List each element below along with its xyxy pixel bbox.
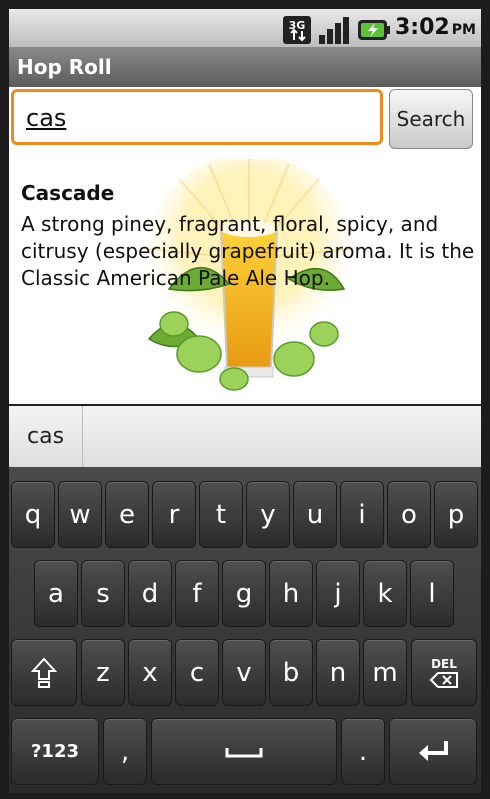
key-i[interactable]: i xyxy=(340,481,384,548)
suggestion-item[interactable]: cas xyxy=(27,424,64,449)
key-j[interactable]: j xyxy=(316,560,360,627)
key-n[interactable]: n xyxy=(316,639,360,706)
key-b[interactable]: b xyxy=(269,639,313,706)
key-o[interactable]: o xyxy=(387,481,431,548)
hop-description: A strong piney, fragrant, floral, spicy,… xyxy=(21,212,475,290)
space-bar-icon xyxy=(225,747,263,757)
key-f[interactable]: f xyxy=(175,560,219,627)
status-bar: 3G 3:02 PM xyxy=(9,9,481,47)
symbols-key[interactable]: ?123 xyxy=(11,718,99,785)
key-y[interactable]: y xyxy=(246,481,290,548)
main-content: cas Search Cascade A strong piney, fragr… xyxy=(9,87,481,405)
clock: 3:02 PM xyxy=(395,15,476,40)
key-v[interactable]: v xyxy=(222,639,266,706)
key-p[interactable]: p xyxy=(434,481,478,548)
key-g[interactable]: g xyxy=(222,560,266,627)
key-u[interactable]: u xyxy=(293,481,337,548)
key-h[interactable]: h xyxy=(269,560,313,627)
key-x[interactable]: x xyxy=(128,639,172,706)
key-l[interactable]: l xyxy=(410,560,454,627)
search-input-value: cas xyxy=(26,104,67,132)
comma-key[interactable]: , xyxy=(103,718,147,785)
delete-key[interactable]: DEL xyxy=(411,639,477,706)
key-e[interactable]: e xyxy=(105,481,149,548)
key-w[interactable]: w xyxy=(58,481,102,548)
space-key[interactable] xyxy=(151,718,337,785)
shift-icon xyxy=(31,657,57,688)
key-a[interactable]: a xyxy=(34,560,78,627)
search-button[interactable]: Search xyxy=(389,89,473,149)
battery-charging-icon xyxy=(358,20,390,40)
key-z[interactable]: z xyxy=(81,639,125,706)
suggestion-separator xyxy=(82,406,83,467)
signal-strength-icon xyxy=(319,17,349,44)
app-title: Hop Roll xyxy=(17,55,112,79)
period-key[interactable]: . xyxy=(341,718,385,785)
svg-text:3G: 3G xyxy=(289,19,306,32)
clock-ampm: PM xyxy=(451,22,476,38)
key-t[interactable]: t xyxy=(199,481,243,548)
key-r[interactable]: r xyxy=(152,481,196,548)
app-title-bar: Hop Roll xyxy=(9,47,481,87)
enter-key[interactable] xyxy=(389,718,477,785)
key-k[interactable]: k xyxy=(363,560,407,627)
suggestion-strip: cas xyxy=(9,406,481,467)
key-m[interactable]: m xyxy=(363,639,407,706)
key-q[interactable]: q xyxy=(11,481,55,548)
search-input[interactable]: cas xyxy=(11,89,383,145)
key-d[interactable]: d xyxy=(128,560,172,627)
3g-network-icon: 3G xyxy=(283,16,311,44)
soft-keyboard: q w e r t y u i o p a s d f g h j k l z … xyxy=(9,467,481,793)
shift-key[interactable] xyxy=(11,639,77,706)
hop-name: Cascade xyxy=(21,181,115,205)
delete-key-label: DEL xyxy=(431,656,457,671)
enter-arrow-icon xyxy=(419,740,448,761)
backspace-icon xyxy=(429,671,458,688)
key-c[interactable]: c xyxy=(175,639,219,706)
clock-time: 3:02 xyxy=(395,15,450,40)
phone-screen: 3G 3:02 PM Hop Roll cas Search Cascade A… xyxy=(9,9,481,793)
key-s[interactable]: s xyxy=(81,560,125,627)
